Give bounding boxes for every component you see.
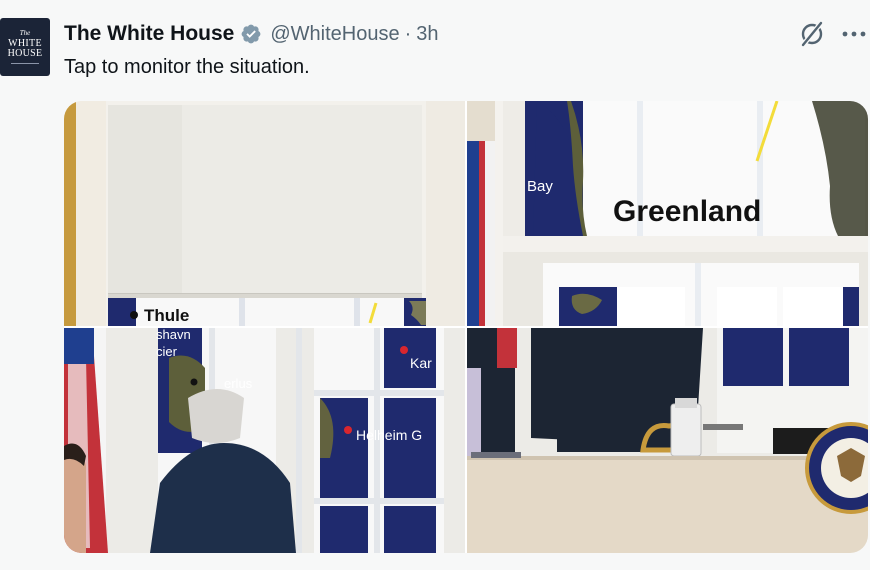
tweet-header: The White House @WhiteHouse · 3h [64, 20, 439, 48]
media-image-2[interactable]: Bay Greenland [467, 101, 868, 326]
map-label-kar: Kar [410, 355, 432, 371]
verified-badge-icon[interactable] [240, 23, 262, 45]
grok-icon[interactable] [798, 20, 826, 48]
avatar-rule [11, 63, 39, 64]
avatar-line-3: HOUSE [7, 48, 43, 59]
map-label-helheim: Helheim G [356, 427, 422, 443]
map-label-shavn: shavn [156, 328, 191, 342]
map-label-erlus: erlus [224, 376, 253, 391]
display-name[interactable]: The White House [64, 22, 234, 46]
user-handle[interactable]: @WhiteHouse [270, 23, 399, 46]
separator-dot: · [404, 22, 412, 45]
map-label-greenland: Greenland [613, 195, 761, 228]
media-image-1[interactable]: Thule [64, 101, 465, 326]
tweet-text: Tap to monitor the situation. [64, 56, 310, 78]
map-label-cier: cier [156, 344, 178, 359]
avatar[interactable]: The WHITE HOUSE [0, 18, 50, 76]
more-options-icon[interactable] [840, 22, 868, 46]
map-label-bay: Bay [527, 178, 553, 195]
tweet-timestamp[interactable]: 3h [416, 23, 438, 46]
media-image-3[interactable]: shavn cier erlus Kar Helheim G [64, 328, 465, 553]
media-grid: Thule Bay Greenland shavn cier erlus Kar… [64, 101, 868, 553]
map-label-thule: Thule [144, 306, 189, 325]
media-image-4[interactable] [467, 328, 868, 553]
avatar-line-1: The [19, 29, 31, 37]
